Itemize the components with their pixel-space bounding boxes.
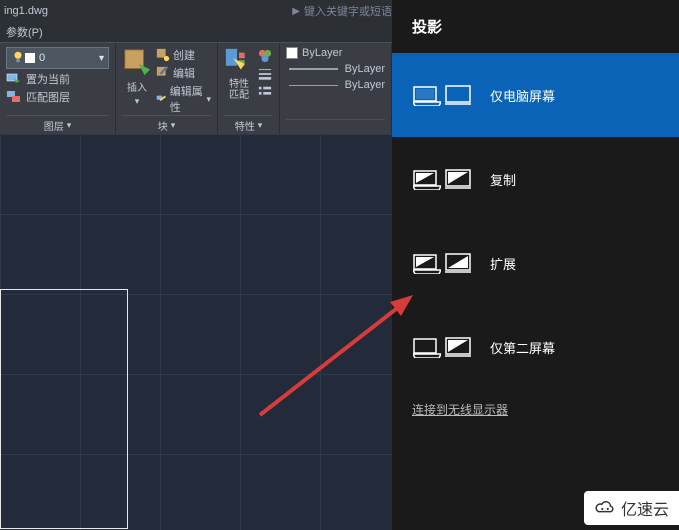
list-icon[interactable] [258,85,272,99]
watermark: 亿速云 [584,491,679,525]
project-option-second-only[interactable]: 仅第二屏幕 [392,305,679,389]
insert-button[interactable]: 插入 ▾ [122,47,152,107]
search-caret-icon: ▶ [292,6,300,17]
cad-application: ing1.dwg ▶ 键入关键字或短语 参数(P) 0 ▾ [0,0,392,530]
color-icon[interactable] [258,49,272,63]
drawn-rectangle [0,289,128,529]
ribbon-layerprops-panel: ByLayer ByLayer ByLayer [280,43,392,134]
windows-project-sidebar: 投影 仅电脑屏幕 复制 扩展 仅第二屏幕 连接到无线显示器 [392,0,679,530]
cad-titlebar: ing1.dwg ▶ 键入关键字或短语 [0,0,392,22]
project-title: 投影 [392,0,679,53]
ribbon-block-panel: 插入 ▾ 创建 编辑 编辑属性 ▾ [116,43,218,134]
layer-dropdown[interactable]: 0 ▾ [6,47,109,69]
bylayer3-label: ByLayer [345,79,385,91]
bylayer-lineweight[interactable]: ByLayer [286,79,385,91]
insert-label: 插入 [127,79,147,94]
block-edit[interactable]: 编辑 [156,65,211,81]
block-create[interactable]: 创建 [156,47,211,63]
chevron-down-icon: ▾ [206,94,211,105]
layer-light-icon [11,50,25,67]
cad-menubar: 参数(P) [0,22,392,42]
menu-param[interactable]: 参数(P) [6,24,43,40]
ribbon-props-panel: 特性 匹配 特性▾ [218,43,280,134]
props-panel-foot[interactable]: 特性▾ [224,115,273,133]
project-option-pc-only[interactable]: 仅电脑屏幕 [392,53,679,137]
create-label: 创建 [173,47,195,63]
second-only-label: 仅第二屏幕 [490,338,555,357]
cad-canvas[interactable] [0,134,392,530]
create-icon [156,48,170,62]
block-panel-foot[interactable]: 块▾ [122,115,211,133]
lineweight-icon[interactable] [258,67,272,81]
bylayer-linetype[interactable]: ByLayer [286,63,385,75]
match-props-button[interactable]: 特性 匹配 [224,47,254,101]
pc-only-icon [412,84,472,106]
cad-file-name: ing1.dwg [4,5,48,17]
cloud-icon [594,497,616,519]
chevron-down-icon: ▾ [99,53,104,64]
cad-search[interactable]: ▶ 键入关键字或短语 [292,3,392,19]
match-props-label: 特性 匹配 [229,79,249,101]
watermark-text: 亿速云 [621,496,669,520]
chevron-down-icon: ▾ [135,96,140,107]
ribbon-layer-panel: 0 ▾ 置为当前 匹配图层 图层▾ [0,43,116,134]
search-placeholder: 键入关键字或短语 [304,3,392,19]
second-only-icon [412,336,472,358]
layer-current-value: 0 [39,52,45,64]
duplicate-icon [412,168,472,190]
match-props-icon [224,47,254,77]
project-option-extend[interactable]: 扩展 [392,221,679,305]
insert-icon [122,47,152,77]
bylayer-color[interactable]: ByLayer [286,47,385,59]
match-layer-label: 匹配图层 [26,89,70,105]
extend-icon [412,252,472,274]
layer-set-current[interactable]: 置为当前 [6,71,70,87]
set-current-icon [6,71,22,87]
edit-attr-icon [156,92,167,106]
pc-only-label: 仅电脑屏幕 [490,86,555,105]
layerprops-panel-foot[interactable] [286,119,385,133]
set-current-label: 置为当前 [26,71,70,87]
edit-label: 编辑 [173,65,195,81]
bylayer1-label: ByLayer [302,47,342,59]
layer-panel-foot[interactable]: 图层▾ [6,115,109,133]
layer-color-swatch [25,53,35,63]
block-edit-attr[interactable]: 编辑属性 ▾ [156,83,211,115]
duplicate-label: 复制 [490,170,516,189]
edit-icon [156,66,170,80]
edit-attr-label: 编辑属性 [170,83,204,115]
match-layer-icon [6,89,22,105]
layer-match[interactable]: 匹配图层 [6,89,70,105]
bylayer2-label: ByLayer [345,63,385,75]
wireless-display-link[interactable]: 连接到无线显示器 [392,389,679,430]
cad-ribbon: 0 ▾ 置为当前 匹配图层 图层▾ [0,42,392,134]
project-option-duplicate[interactable]: 复制 [392,137,679,221]
extend-label: 扩展 [490,254,516,273]
